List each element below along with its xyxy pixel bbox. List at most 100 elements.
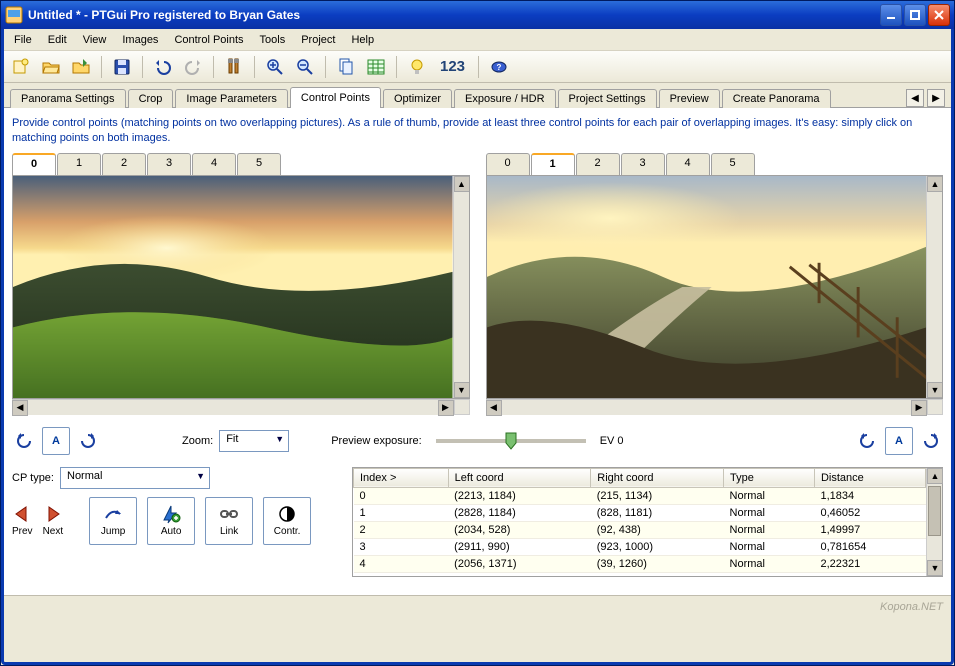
rotate-cw-left-button[interactable] — [76, 427, 100, 455]
left-tab-5[interactable]: 5 — [237, 153, 281, 175]
left-tab-4[interactable]: 4 — [192, 153, 236, 175]
header-distance[interactable]: Distance — [814, 468, 925, 487]
link-button[interactable]: Link — [205, 497, 253, 545]
maximize-button[interactable] — [904, 4, 926, 26]
scroll-left-icon[interactable]: ◀ — [12, 400, 28, 416]
menu-help[interactable]: Help — [343, 32, 382, 48]
table-row[interactable]: 4(2056, 1371)(39, 1260)Normal2,22321 — [354, 555, 926, 572]
scroll-up-icon[interactable]: ▲ — [454, 176, 470, 192]
menu-file[interactable]: File — [6, 32, 40, 48]
exposure-slider[interactable] — [436, 439, 586, 443]
header-index[interactable]: Index > — [354, 468, 449, 487]
menu-project[interactable]: Project — [293, 32, 343, 48]
table-row[interactable]: 2(2034, 528)(92, 438)Normal1,49997 — [354, 521, 926, 538]
zoom-out-button[interactable] — [292, 54, 318, 80]
right-tab-0[interactable]: 0 — [486, 153, 530, 175]
scroll-left-icon[interactable]: ◀ — [486, 400, 502, 416]
tab-preview[interactable]: Preview — [659, 89, 720, 108]
cell-left: (2911, 990) — [448, 538, 591, 555]
slider-thumb-icon[interactable] — [504, 431, 518, 451]
left-vscroll[interactable]: ▲ ▼ — [453, 176, 469, 398]
new-project-button[interactable] — [8, 54, 34, 80]
jump-button[interactable]: Jump — [89, 497, 137, 545]
header-right-coord[interactable]: Right coord — [591, 468, 724, 487]
open-image-button[interactable] — [68, 54, 94, 80]
right-tab-5[interactable]: 5 — [711, 153, 755, 175]
bulb-button[interactable] — [404, 54, 430, 80]
number-label[interactable]: 123 — [434, 58, 471, 75]
tab-project-settings[interactable]: Project Settings — [558, 89, 657, 108]
tab-exposure-hdr[interactable]: Exposure / HDR — [454, 89, 555, 108]
cell-dist: 2,22321 — [814, 555, 925, 572]
auto-a-right-button[interactable]: A — [885, 427, 913, 455]
bottom-panel: CP type: Normal Prev Next — [12, 467, 943, 577]
tab-control-points[interactable]: Control Points — [290, 87, 381, 108]
table-row[interactable]: 0(2213, 1184)(215, 1134)Normal1,1834 — [354, 487, 926, 504]
prev-button[interactable]: Prev — [12, 504, 33, 537]
left-hscroll[interactable]: ◀ ▶ — [12, 399, 454, 415]
tab-image-parameters[interactable]: Image Parameters — [175, 89, 287, 108]
menu-view[interactable]: View — [75, 32, 115, 48]
header-left-coord[interactable]: Left coord — [448, 468, 591, 487]
table-vscroll[interactable]: ▲ ▼ — [926, 468, 942, 576]
open-project-button[interactable] — [38, 54, 64, 80]
scroll-down-icon[interactable]: ▼ — [927, 382, 943, 398]
rotate-cw-right-button[interactable] — [919, 427, 943, 455]
menu-images[interactable]: Images — [114, 32, 166, 48]
rotate-ccw-left-button[interactable] — [12, 427, 36, 455]
tab-scroll-left[interactable]: ◀ — [906, 89, 924, 107]
table-row[interactable]: 3(2911, 990)(923, 1000)Normal0,781654 — [354, 538, 926, 555]
redo-button[interactable] — [180, 54, 206, 80]
right-tab-2[interactable]: 2 — [576, 153, 620, 175]
left-tab-3[interactable]: 3 — [147, 153, 191, 175]
left-tab-1[interactable]: 1 — [57, 153, 101, 175]
header-type[interactable]: Type — [724, 468, 815, 487]
menu-control-points[interactable]: Control Points — [166, 32, 251, 48]
tab-optimizer[interactable]: Optimizer — [383, 89, 452, 108]
table-header-row[interactable]: Index > Left coord Right coord Type Dist… — [354, 468, 926, 487]
scroll-down-icon[interactable]: ▼ — [927, 560, 943, 576]
zoom-select[interactable]: Fit — [219, 430, 289, 452]
menu-edit[interactable]: Edit — [40, 32, 75, 48]
tab-panorama-settings[interactable]: Panorama Settings — [10, 89, 126, 108]
cell-dist: 1,1834 — [814, 487, 925, 504]
tab-scroll-right[interactable]: ▶ — [927, 89, 945, 107]
scroll-right-icon[interactable]: ▶ — [911, 400, 927, 416]
auto-button[interactable]: Auto — [147, 497, 195, 545]
right-image-view[interactable] — [487, 176, 927, 398]
cell-left: (2034, 528) — [448, 521, 591, 538]
save-button[interactable] — [109, 54, 135, 80]
rotate-ccw-right-button[interactable] — [855, 427, 879, 455]
right-vscroll[interactable]: ▲ ▼ — [926, 176, 942, 398]
scroll-up-icon[interactable]: ▲ — [927, 468, 943, 484]
tab-create-panorama[interactable]: Create Panorama — [722, 89, 831, 108]
table-row[interactable]: 1(2828, 1184)(828, 1181)Normal0,46052 — [354, 504, 926, 521]
zoom-in-button[interactable] — [262, 54, 288, 80]
scroll-right-icon[interactable]: ▶ — [438, 400, 454, 416]
control-points-table: Index > Left coord Right coord Type Dist… — [352, 467, 943, 577]
table-button[interactable] — [363, 54, 389, 80]
auto-a-left-button[interactable]: A — [42, 427, 70, 455]
right-hscroll[interactable]: ◀ ▶ — [486, 399, 928, 415]
next-button[interactable]: Next — [43, 504, 64, 537]
right-tab-3[interactable]: 3 — [621, 153, 665, 175]
right-pane: 0 1 2 3 4 5 — [486, 153, 944, 415]
menu-tools[interactable]: Tools — [252, 32, 294, 48]
left-tab-0[interactable]: 0 — [12, 153, 56, 175]
cell-dist: 1,49997 — [814, 521, 925, 538]
copy-button[interactable] — [333, 54, 359, 80]
undo-button[interactable] — [150, 54, 176, 80]
minimize-button[interactable] — [880, 4, 902, 26]
close-button[interactable] — [928, 4, 950, 26]
left-tab-2[interactable]: 2 — [102, 153, 146, 175]
right-tab-1[interactable]: 1 — [531, 153, 575, 175]
contrast-button[interactable]: Contr. — [263, 497, 311, 545]
left-image-view[interactable] — [13, 176, 453, 398]
tab-crop[interactable]: Crop — [128, 89, 174, 108]
help-button[interactable]: ? — [486, 54, 512, 80]
right-tab-4[interactable]: 4 — [666, 153, 710, 175]
tools-button[interactable] — [221, 54, 247, 80]
cp-type-select[interactable]: Normal — [60, 467, 210, 489]
scroll-down-icon[interactable]: ▼ — [454, 382, 470, 398]
scroll-up-icon[interactable]: ▲ — [927, 176, 943, 192]
